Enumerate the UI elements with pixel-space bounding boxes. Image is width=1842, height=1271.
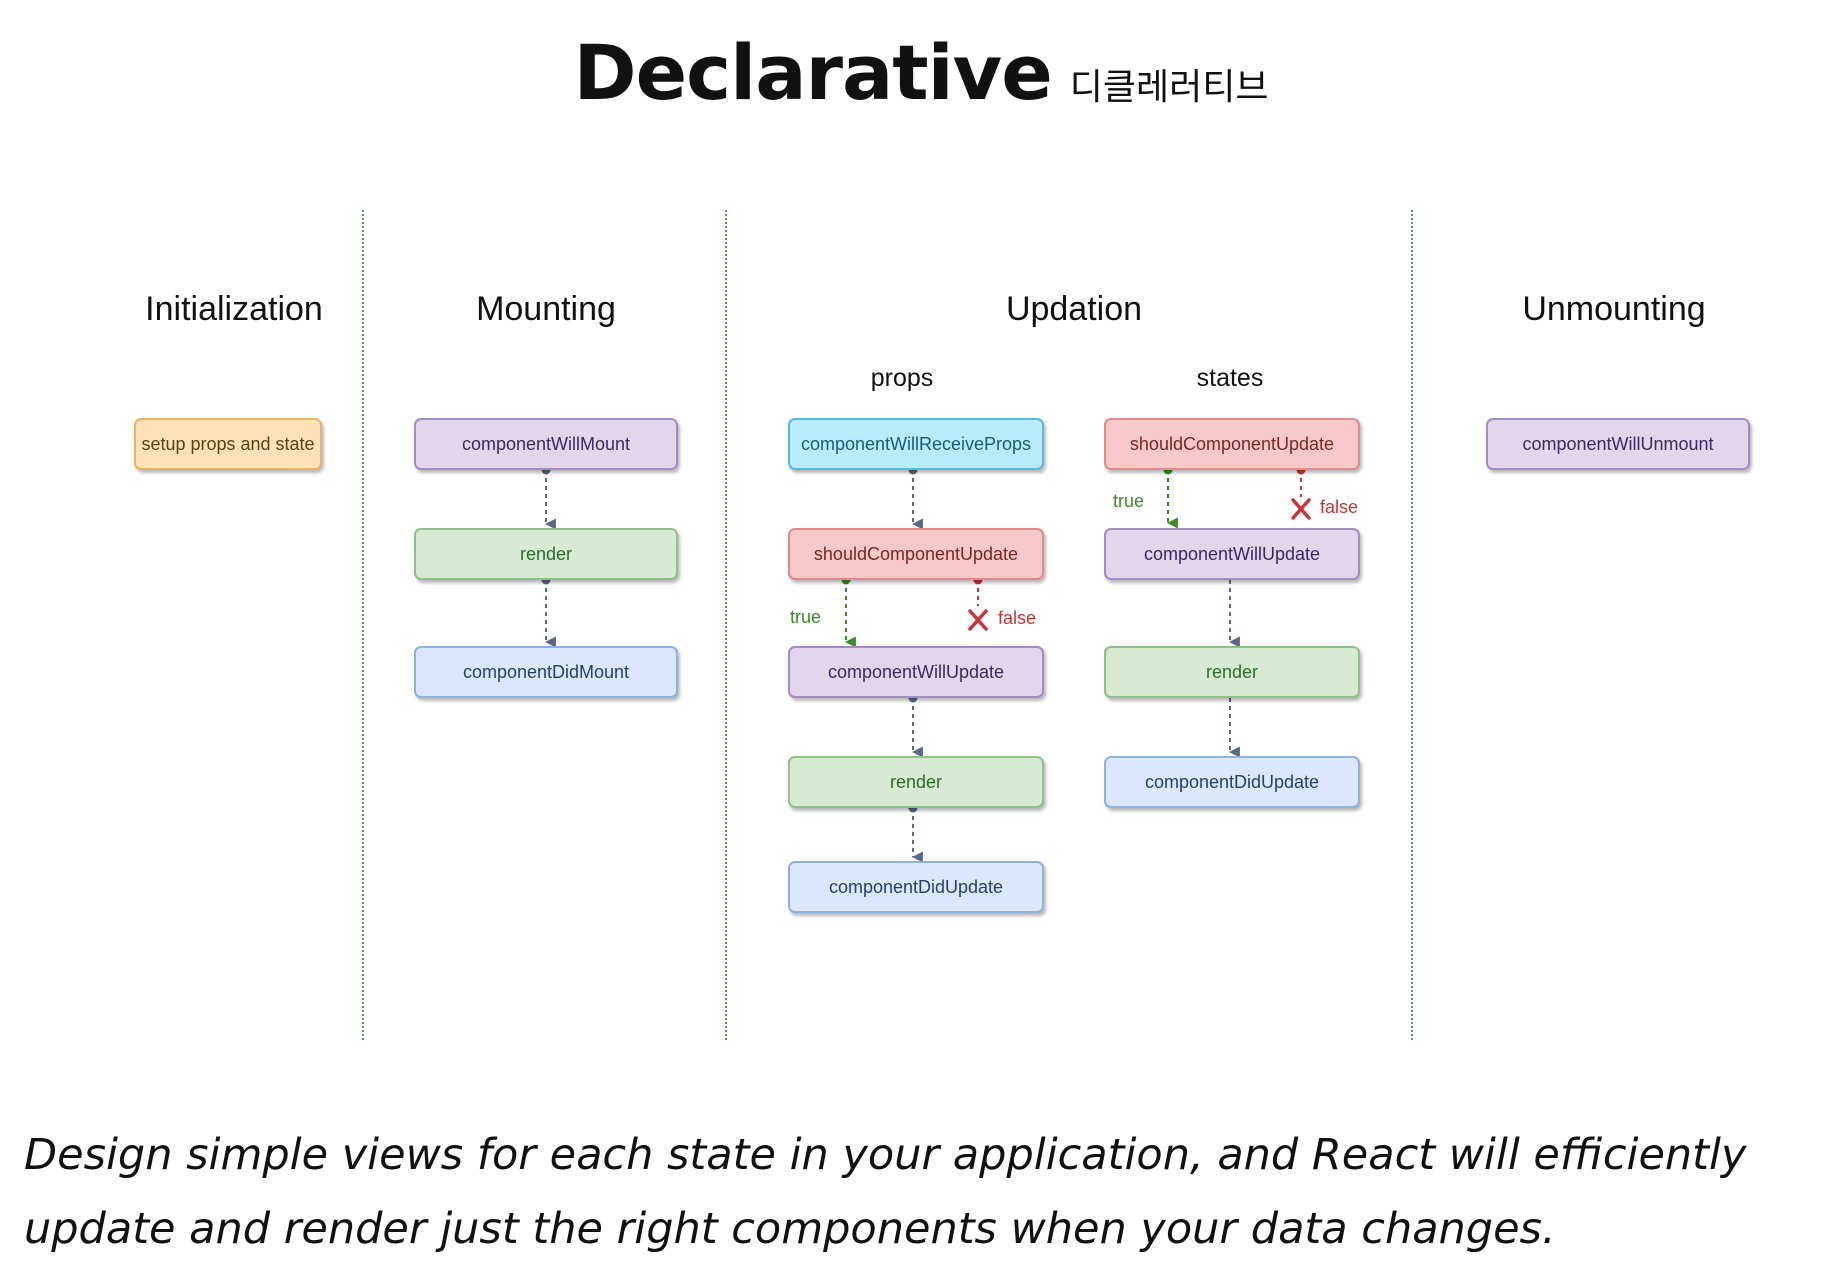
box-props-componentDidUpdate: componentDidUpdate — [788, 861, 1044, 913]
label-props-true: true — [790, 607, 822, 627]
label-states-false: false — [1320, 497, 1359, 517]
label-states-true: true — [1113, 491, 1145, 511]
box-mount-componentDidMount: componentDidMount — [414, 646, 678, 698]
box-props-shouldComponentUpdate: shouldComponentUpdate — [788, 528, 1044, 580]
box-states-render: render — [1104, 646, 1360, 698]
box-props-render: render — [788, 756, 1044, 808]
box-unmount-componentWillUnmount: componentWillUnmount — [1486, 418, 1750, 470]
box-states-componentDidUpdate: componentDidUpdate — [1104, 756, 1360, 808]
box-states-shouldComponentUpdate: shouldComponentUpdate — [1104, 418, 1360, 470]
caption-line-2: update and render just the right compone… — [24, 1204, 1556, 1254]
box-mount-componentWillMount: componentWillMount — [414, 418, 678, 470]
box-states-componentWillUpdate: componentWillUpdate — [1104, 528, 1360, 580]
flow-arrows — [541, 465, 1311, 863]
caption-line-1: Design simple views for each state in yo… — [24, 1130, 1747, 1180]
box-props-componentWillReceiveProps: componentWillReceiveProps — [788, 418, 1044, 470]
box-setup-props-and-state: setup props and state — [134, 418, 322, 470]
box-props-componentWillUpdate: componentWillUpdate — [788, 646, 1044, 698]
box-mount-render: render — [414, 528, 678, 580]
label-props-false: false — [998, 608, 1037, 628]
caption: Design simple views for each state in yo… — [24, 1118, 1824, 1266]
